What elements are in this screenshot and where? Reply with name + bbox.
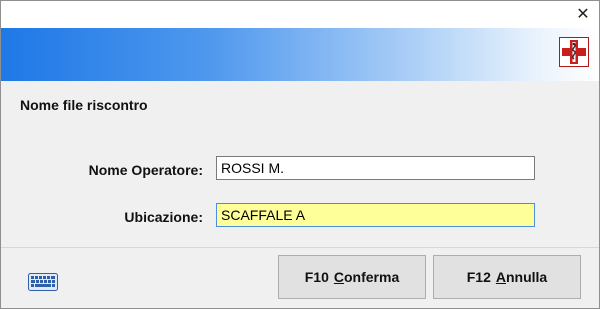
footer-divider — [1, 247, 599, 248]
cancel-key: F12 — [466, 269, 491, 285]
cancel-button[interactable]: F12 Annulla — [433, 255, 581, 299]
confirm-button[interactable]: F10 Conferma — [278, 255, 426, 299]
close-icon[interactable]: ✕ — [573, 4, 593, 24]
ubicazione-input[interactable] — [216, 203, 535, 227]
header-banner — [1, 28, 599, 81]
operatore-label: Nome Operatore: — [88, 162, 203, 178]
confirm-key: F10 — [304, 269, 329, 285]
confirm-label: Conferma — [333, 269, 400, 285]
title-bar: ✕ — [1, 1, 599, 28]
cancel-label: Annulla — [495, 269, 548, 285]
section-title: Nome file riscontro — [20, 97, 148, 113]
pharmacy-cross-logo-icon — [559, 37, 589, 67]
keyboard-icon[interactable] — [28, 273, 58, 291]
ubicazione-label: Ubicazione: — [124, 209, 203, 225]
operatore-input[interactable] — [216, 156, 535, 180]
dialog-window: ✕ Nome file riscontro Nome Operatore: Ub… — [0, 0, 600, 309]
